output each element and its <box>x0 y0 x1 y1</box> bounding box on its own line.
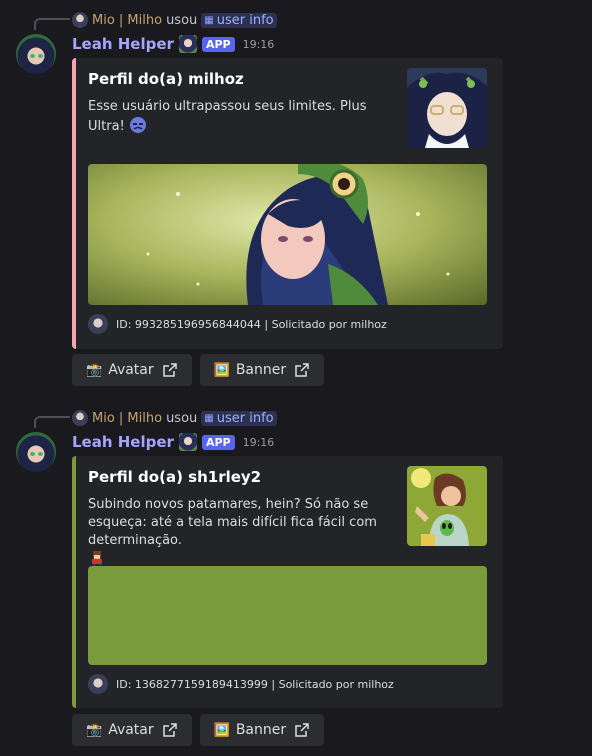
embed-footer-text: ID: 1368277159189413999 | Solicitado por… <box>116 677 394 691</box>
embed-footer: ID: 1368277159189413999 | Solicitado por… <box>88 674 394 694</box>
banner-link-button[interactable]: 🖼️ Banner <box>199 354 325 386</box>
command-chip[interactable]: ▦ user info <box>201 12 277 28</box>
bot-username[interactable]: Leah Helper <box>72 35 174 53</box>
avatar-link-button[interactable]: 📸 Avatar <box>72 714 192 746</box>
embed-title: Perfil do(a) sh1rley2 <box>88 468 262 486</box>
profile-banner-image[interactable] <box>88 164 487 305</box>
embed-description-text: Subindo novos patamares, hein? Só não se… <box>88 497 377 548</box>
embed-buttons: 📸 Avatar 🖼️ Banner <box>72 354 325 386</box>
bot-name-emoji <box>178 433 197 451</box>
bot-avatar[interactable] <box>16 34 56 74</box>
command-reply-info[interactable]: Mio | Milho usou ▦ user info <box>72 409 277 427</box>
profile-avatar-thumbnail[interactable] <box>407 68 487 148</box>
camera-emoji-icon: 📸 <box>86 362 103 378</box>
reply-used-text: usou <box>166 12 198 28</box>
reply-connector <box>34 416 70 428</box>
avatar-button-label: Avatar <box>108 362 154 378</box>
app-badge: APP <box>201 36 235 52</box>
command-name: user info <box>216 410 274 426</box>
embed-buttons: 📸 Avatar 🖼️ Banner <box>72 714 325 746</box>
reply-connector <box>34 18 70 30</box>
slash-command-icon: ▦ <box>204 14 214 26</box>
avatar-button-label: Avatar <box>108 722 154 738</box>
profile-avatar-thumbnail[interactable] <box>407 466 487 546</box>
footer-avatar <box>88 674 108 694</box>
message-timestamp[interactable]: 19:16 <box>243 38 275 51</box>
framed-picture-emoji-icon: 🖼️ <box>213 362 230 378</box>
bot-avatar[interactable] <box>16 432 56 472</box>
message-header: Leah Helper APP 19:16 <box>72 432 274 452</box>
profile-embed: Perfil do(a) milhoz Esse usuário ultrapa… <box>72 58 503 349</box>
banner-button-label: Banner <box>235 722 287 738</box>
embed-footer: ID: 993285196956844044 | Solicitado por … <box>88 314 387 334</box>
footer-avatar <box>88 314 108 334</box>
profile-banner-color[interactable] <box>88 566 487 665</box>
reply-user-avatar[interactable] <box>72 410 88 426</box>
bot-name-emoji <box>178 35 197 53</box>
banner-button-label: Banner <box>235 362 287 378</box>
external-link-icon <box>295 723 309 737</box>
app-badge: APP <box>201 434 235 450</box>
slash-command-icon: ▦ <box>204 412 214 424</box>
message-timestamp[interactable]: 19:16 <box>243 436 275 449</box>
angry-face-emoji-icon <box>129 117 146 133</box>
reply-user-name[interactable]: Mio | Milho <box>92 411 162 426</box>
embed-footer-text: ID: 993285196956844044 | Solicitado por … <box>116 317 387 331</box>
reply-used-text: usou <box>166 410 198 426</box>
embed-description: Esse usuário ultrapassou seus limites. P… <box>88 98 388 136</box>
framed-picture-emoji-icon: 🖼️ <box>213 722 230 738</box>
profile-embed: Perfil do(a) sh1rley2 Subindo novos pata… <box>72 456 503 708</box>
command-reply-info[interactable]: Mio | Milho usou ▦ user info <box>72 11 277 29</box>
command-chip[interactable]: ▦ user info <box>201 410 277 426</box>
reply-user-name[interactable]: Mio | Milho <box>92 13 162 28</box>
avatar-link-button[interactable]: 📸 Avatar <box>72 354 192 386</box>
external-link-icon <box>162 723 177 737</box>
banner-link-button[interactable]: 🖼️ Banner <box>199 714 325 746</box>
message-header: Leah Helper APP 19:16 <box>72 34 274 54</box>
embed-description: Subindo novos patamares, hein? Só não se… <box>88 496 388 570</box>
embed-title: Perfil do(a) milhoz <box>88 70 244 88</box>
external-link-icon <box>162 363 177 377</box>
bot-username[interactable]: Leah Helper <box>72 433 174 451</box>
reply-user-avatar[interactable] <box>72 12 88 28</box>
external-link-icon <box>295 363 309 377</box>
command-name: user info <box>216 12 274 28</box>
camera-emoji-icon: 📸 <box>86 722 103 738</box>
